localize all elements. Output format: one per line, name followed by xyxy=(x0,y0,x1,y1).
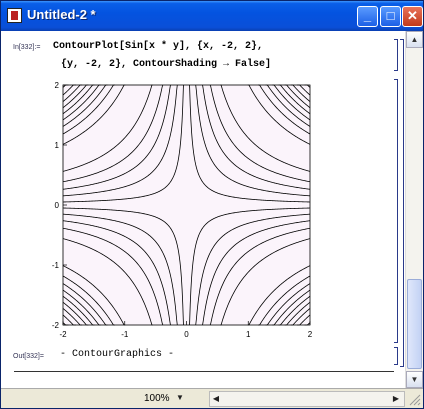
x-tick-label: -1 xyxy=(121,330,129,339)
input-code-line-2[interactable]: {y, -2, 2}, ContourShading → False] xyxy=(61,59,271,70)
window-title: Untitled-2 * xyxy=(27,7,96,22)
status-bar: 100% ▼ ◀ ▶ xyxy=(1,388,423,408)
input-code-line-1[interactable]: ContourPlot[Sin[x * y], {x, -2, 2}, xyxy=(53,41,263,52)
scroll-left-icon[interactable]: ◀ xyxy=(210,393,222,405)
cell-insertion-line xyxy=(14,371,394,372)
title-bar[interactable]: Untitled-2 * _ □ ✕ xyxy=(1,1,423,31)
vertical-scroll-thumb[interactable] xyxy=(407,279,422,369)
zoom-dropdown-icon[interactable]: ▼ xyxy=(174,392,186,404)
x-tick-label: 1 xyxy=(246,330,251,339)
x-tick-label: 2 xyxy=(308,330,313,339)
contour-plot[interactable]: -2-2 -1 -1 0 0 1 1 2 2 xyxy=(40,77,330,347)
output-text[interactable]: - ContourGraphics - xyxy=(60,349,174,360)
input-cell-label: In[332]:= xyxy=(13,44,41,51)
plot-frame xyxy=(62,84,311,326)
y-tick-label: -1 xyxy=(52,261,60,270)
scroll-down-button[interactable]: ▼ xyxy=(406,371,423,388)
output-cell-bracket[interactable] xyxy=(394,347,398,365)
notebook-content[interactable]: In[332]:= ContourPlot[Sin[x * y], {x, -2… xyxy=(4,31,405,388)
graphics-cell-bracket[interactable] xyxy=(394,79,398,343)
output-cell-label: Out[332]= xyxy=(13,353,44,360)
y-tick-label: 2 xyxy=(55,81,60,90)
horizontal-scrollbar[interactable]: ◀ ▶ xyxy=(209,391,405,407)
x-tick-label: -2 xyxy=(59,330,67,339)
y-tick-label: 1 xyxy=(55,141,60,150)
x-tick-label: 0 xyxy=(184,330,189,339)
input-cell-bracket[interactable] xyxy=(394,39,398,71)
group-cell-bracket[interactable] xyxy=(400,39,404,367)
mathematica-app-icon[interactable] xyxy=(7,8,22,23)
y-tick-label: 0 xyxy=(55,201,60,210)
y-tick-label: -2 xyxy=(52,321,60,330)
zoom-level[interactable]: 100% xyxy=(144,393,170,404)
close-button[interactable]: ✕ xyxy=(402,6,423,27)
notebook-window: Untitled-2 * _ □ ✕ In[332]:= ContourPlot… xyxy=(0,0,424,409)
resize-grip-icon[interactable] xyxy=(407,392,421,406)
minimize-button[interactable]: _ xyxy=(357,6,378,27)
maximize-button[interactable]: □ xyxy=(380,6,401,27)
scroll-right-icon[interactable]: ▶ xyxy=(390,393,402,405)
scroll-up-button[interactable]: ▲ xyxy=(406,31,423,48)
vertical-scrollbar[interactable]: ▲ ▼ xyxy=(405,31,423,388)
